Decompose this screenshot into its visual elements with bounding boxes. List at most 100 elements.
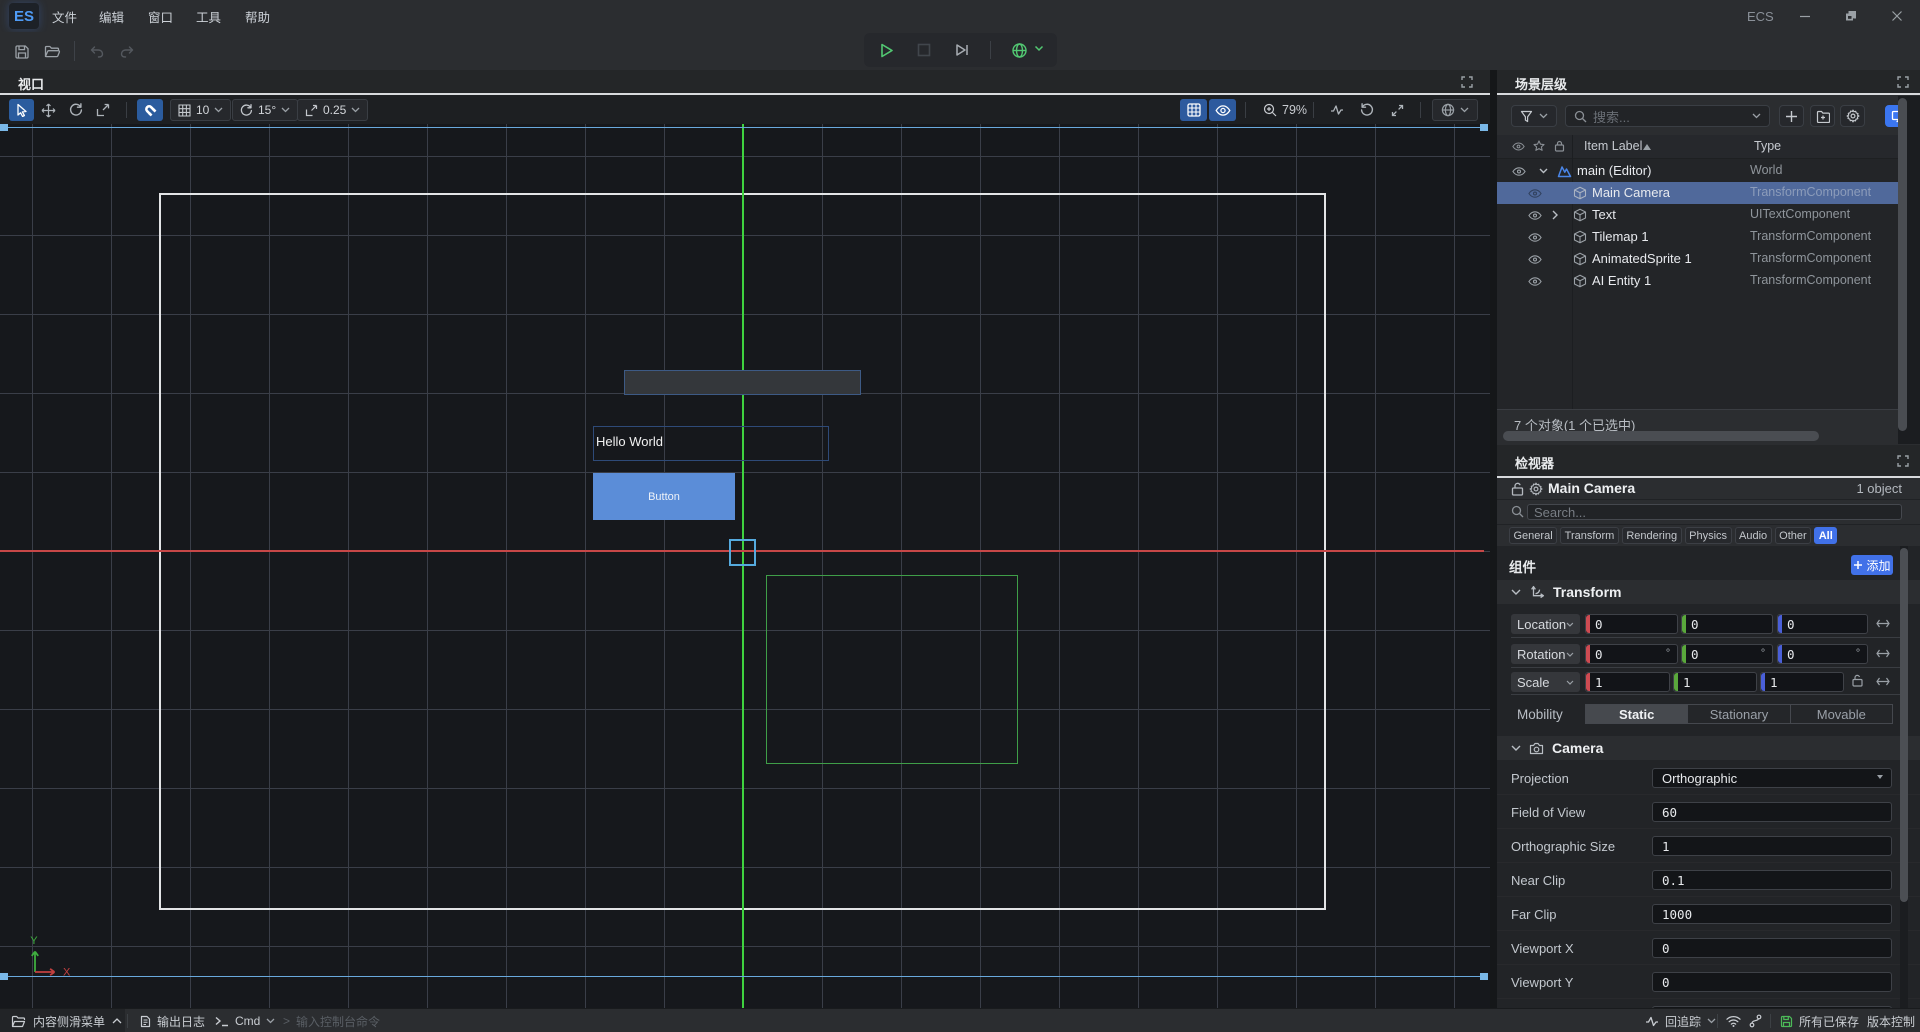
tilemap-object[interactable]: [624, 370, 861, 395]
rotation-z-field[interactable]: 0°: [1777, 644, 1868, 664]
tree-row-main-camera[interactable]: Main Camera TransformComponent: [1497, 182, 1898, 204]
selection-handle[interactable]: [0, 973, 8, 980]
near-clip-field[interactable]: 0.1: [1652, 870, 1892, 890]
restore-button[interactable]: [1834, 0, 1868, 32]
open-button[interactable]: [44, 44, 60, 60]
tab-transform[interactable]: Transform: [1560, 527, 1619, 544]
redo-button[interactable]: [119, 44, 135, 60]
mobility-static[interactable]: Static: [1586, 705, 1687, 723]
step-button[interactable]: [954, 42, 970, 58]
location-x-field[interactable]: 0: [1585, 614, 1678, 634]
tree-row-text[interactable]: Text UITextComponent: [1497, 204, 1898, 226]
rotation-y-field[interactable]: 0°: [1681, 644, 1773, 664]
location-y-field[interactable]: 0: [1681, 614, 1773, 634]
hierarchy-search-input[interactable]: 搜索...: [1565, 105, 1770, 127]
select-tool-button[interactable]: [9, 99, 34, 121]
world-mode-button[interactable]: [1011, 42, 1027, 58]
ortho-size-field[interactable]: 1: [1652, 836, 1892, 856]
stop-button[interactable]: [916, 42, 932, 58]
rotation-dropdown[interactable]: Rotation: [1511, 644, 1580, 664]
grid-toggle-button[interactable]: [1180, 99, 1207, 121]
column-item-label[interactable]: Item Label: [1584, 139, 1642, 153]
fullscreen-button[interactable]: [1386, 99, 1408, 121]
button-object[interactable]: Button: [593, 473, 735, 520]
rotate-tool-button[interactable]: [63, 99, 88, 121]
save-button[interactable]: [14, 44, 30, 60]
world-mode-chevron[interactable]: [1034, 45, 1050, 61]
add-entity-button[interactable]: [1779, 105, 1804, 127]
tree-row-ai-entity[interactable]: AI Entity 1 TransformComponent: [1497, 270, 1898, 292]
tab-other[interactable]: Other: [1775, 527, 1812, 544]
grid-snap-dropdown[interactable]: 10: [170, 99, 231, 121]
minimize-button[interactable]: [1788, 0, 1822, 32]
console-input[interactable]: > 输入控制台命令: [283, 1009, 380, 1032]
zoom-control[interactable]: 79%: [1263, 99, 1307, 121]
tree-row-animatedsprite[interactable]: AnimatedSprite 1 TransformComponent: [1497, 248, 1898, 270]
tab-physics[interactable]: Physics: [1685, 527, 1732, 544]
version-control-button[interactable]: 版本控制: [1867, 1009, 1915, 1032]
reset-view-button[interactable]: [1356, 99, 1378, 121]
scale-y-field[interactable]: 1: [1673, 672, 1757, 692]
visibility-toggle-button[interactable]: [1209, 99, 1236, 121]
menu-edit[interactable]: 编辑: [99, 0, 124, 32]
undo-button[interactable]: [89, 44, 105, 60]
camera-gizmo[interactable]: [729, 539, 756, 566]
output-log-button[interactable]: 输出日志: [140, 1009, 205, 1032]
scale-z-field[interactable]: 1: [1760, 672, 1844, 692]
app-logo[interactable]: ES: [9, 3, 39, 29]
selection-handle[interactable]: [1480, 124, 1488, 131]
fov-field[interactable]: 60: [1652, 802, 1892, 822]
inspector-expand-button[interactable]: [1897, 455, 1909, 467]
scene-canvas[interactable]: Hello World Button Y X: [0, 124, 1490, 1008]
snap-toggle-button[interactable]: [137, 99, 163, 121]
inspector-search-input[interactable]: Search...: [1527, 504, 1902, 520]
cmd-selector[interactable]: Cmd: [215, 1009, 275, 1032]
column-type[interactable]: Type: [1754, 139, 1781, 153]
scale-dropdown[interactable]: Scale: [1511, 672, 1580, 692]
location-z-field[interactable]: 0: [1777, 614, 1868, 634]
camera-section-header[interactable]: Camera: [1497, 736, 1920, 760]
move-tool-button[interactable]: [36, 99, 61, 121]
selection-handle[interactable]: [0, 124, 8, 131]
scale-tool-button[interactable]: [90, 99, 115, 121]
selection-handle[interactable]: [1480, 973, 1488, 980]
transform-section-header[interactable]: Transform: [1497, 580, 1920, 604]
tab-all[interactable]: All: [1814, 527, 1837, 544]
add-folder-button[interactable]: [1810, 105, 1835, 127]
trace-button[interactable]: 回追踪: [1645, 1009, 1716, 1032]
play-button[interactable]: [878, 42, 894, 58]
viewport-y-field[interactable]: 0: [1652, 972, 1892, 992]
menu-window[interactable]: 窗口: [148, 0, 173, 32]
content-drawer-button[interactable]: 内容侧滑菜单: [0, 1009, 125, 1032]
mobility-stationary[interactable]: Stationary: [1687, 705, 1789, 723]
hierarchy-hscrollbar[interactable]: [1503, 431, 1819, 441]
tree-row-world[interactable]: main (Editor) World: [1497, 160, 1898, 182]
network-status[interactable]: [1726, 1009, 1741, 1032]
menu-help[interactable]: 帮助: [245, 0, 270, 32]
hierarchy-expand-button[interactable]: [1897, 76, 1909, 88]
rotation-snap-dropdown[interactable]: 15°: [232, 99, 298, 121]
stats-button[interactable]: [1326, 99, 1348, 121]
projection-select[interactable]: Orthographic: [1652, 768, 1892, 788]
rotation-x-field[interactable]: 0°: [1585, 644, 1678, 664]
hierarchy-settings-button[interactable]: [1840, 105, 1865, 127]
inspector-vscrollbar[interactable]: [1900, 548, 1908, 902]
tab-rendering[interactable]: Rendering: [1622, 527, 1682, 544]
add-component-button[interactable]: 添加: [1851, 555, 1893, 575]
save-status[interactable]: 所有已保存: [1780, 1009, 1859, 1032]
location-dropdown[interactable]: Location: [1511, 614, 1580, 634]
far-clip-field[interactable]: 1000: [1652, 904, 1892, 924]
viewport-x-field[interactable]: 0: [1652, 938, 1892, 958]
scale-snap-dropdown[interactable]: 0.25: [297, 99, 368, 121]
viewport-expand-button[interactable]: [1461, 76, 1473, 88]
branch-status[interactable]: [1749, 1009, 1762, 1032]
viewport-world-dropdown[interactable]: [1432, 99, 1478, 121]
hierarchy-vscrollbar[interactable]: [1898, 98, 1907, 431]
scale-x-field[interactable]: 1: [1585, 672, 1670, 692]
mobility-movable[interactable]: Movable: [1790, 705, 1892, 723]
text-object[interactable]: Hello World: [593, 426, 829, 461]
filter-button[interactable]: [1511, 105, 1557, 127]
tree-row-tilemap[interactable]: Tilemap 1 TransformComponent: [1497, 226, 1898, 248]
menu-file[interactable]: 文件: [52, 0, 77, 32]
tab-general[interactable]: General: [1509, 527, 1557, 544]
